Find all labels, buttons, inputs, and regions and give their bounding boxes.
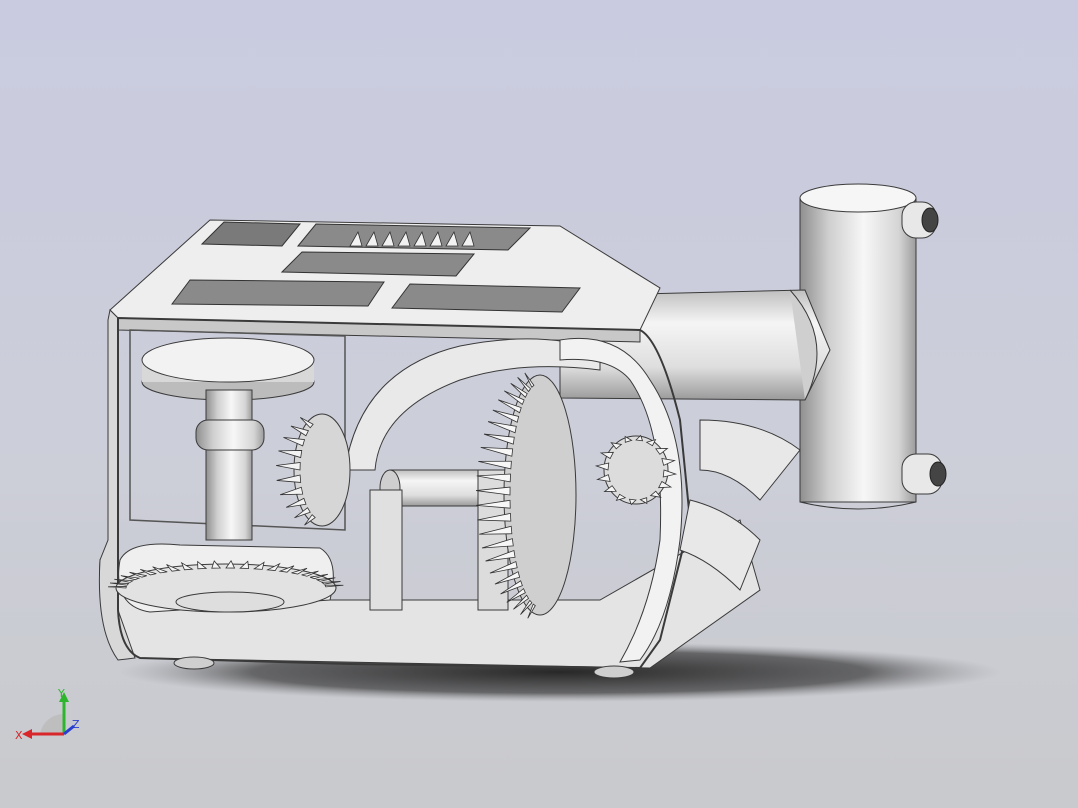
gear-tooth — [276, 474, 302, 483]
gear-tooth — [478, 460, 512, 470]
gear-tooth — [480, 446, 514, 457]
gear-tooth — [594, 462, 610, 471]
orientation-triad: Y X Z — [12, 686, 92, 756]
gear-tooth — [596, 474, 611, 482]
cad-graphics-viewport[interactable]: Y X Z — [0, 0, 1078, 808]
gearbox-model[interactable] — [0, 0, 1078, 808]
bevel-gear-upper-pinion[interactable] — [276, 413, 351, 527]
gear-tooth — [276, 462, 301, 471]
y-axis-label: Y — [57, 687, 65, 700]
z-axis-label: Z — [72, 718, 80, 731]
gear-tooth — [280, 486, 304, 496]
gear-tooth — [278, 450, 303, 459]
x-axis-label: X — [15, 729, 23, 742]
triad-plane-icon — [40, 713, 64, 734]
